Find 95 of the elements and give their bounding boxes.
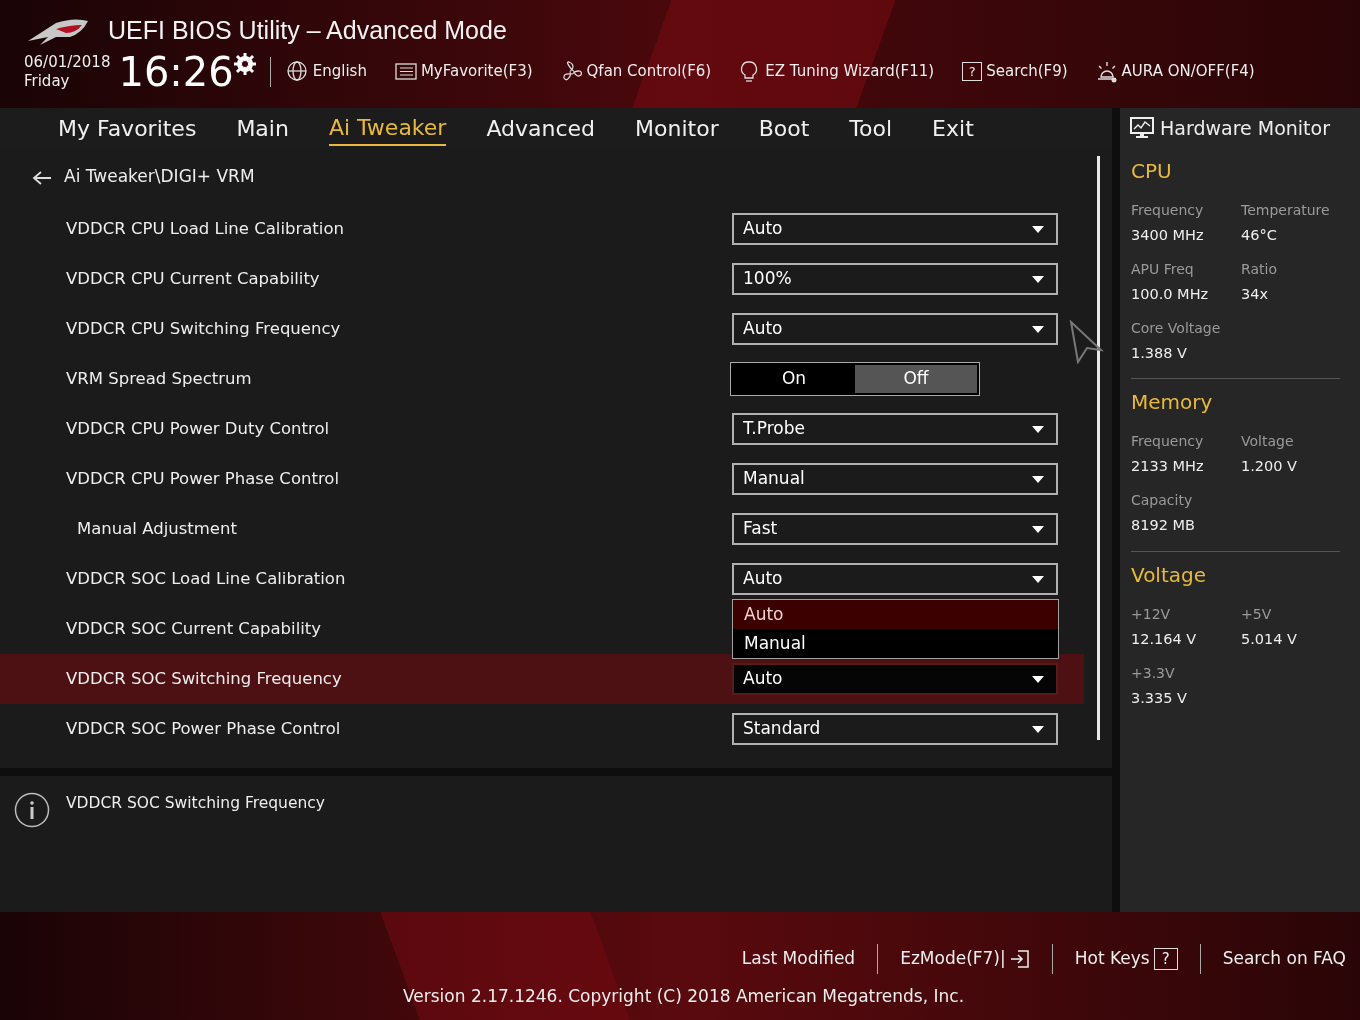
section-title: Memory — [1131, 389, 1214, 417]
list-icon — [394, 60, 417, 83]
reading-label: Frequency — [1131, 432, 1205, 452]
footer-link[interactable]: EzMode(F7)| — [878, 946, 1052, 972]
menu-tab[interactable]: Ai Tweaker — [328, 110, 447, 146]
caret-icon — [1032, 675, 1044, 683]
reading-value: 100.0 MHz — [1131, 284, 1210, 304]
fan-icon — [560, 60, 583, 83]
caret-icon — [1032, 425, 1044, 433]
dropdown-select[interactable]: Auto — [732, 213, 1058, 245]
setting-label: VDDCR SOC Power Phase Control — [66, 717, 342, 740]
reading-label: Frequency — [1131, 201, 1205, 220]
info-icon — [14, 792, 50, 828]
day-text: Friday — [24, 71, 71, 91]
toolbar-button[interactable]: EZ Tuning Wizard(F11) — [739, 60, 935, 83]
menu-tab[interactable]: Main — [236, 111, 289, 145]
dropdown-select[interactable]: Auto — [732, 563, 1058, 595]
menu-tab[interactable]: Tool — [849, 111, 893, 145]
setting-label: VDDCR SOC Load Line Calibration — [66, 567, 347, 590]
setting-label: VDDCR CPU Power Duty Control — [66, 417, 331, 440]
caret-icon — [1032, 725, 1044, 733]
reading-label: Core Voltage — [1131, 318, 1222, 338]
setting-label: VDDCR CPU Current Capability — [66, 267, 321, 290]
dropdown-select[interactable]: Manual — [732, 463, 1058, 495]
reading-label: +3.3V — [1131, 663, 1176, 683]
menu-tab[interactable]: My Favorites — [58, 111, 197, 145]
caret-icon — [1032, 325, 1044, 333]
caret-icon — [1032, 575, 1044, 583]
reading-value: 2133 MHz — [1131, 457, 1205, 477]
setting-label: Manual Adjustment — [76, 517, 238, 540]
reading-label: Capacity — [1131, 491, 1194, 510]
setting-label: VDDCR CPU Power Phase Control — [66, 467, 340, 490]
toolbar-button[interactable]: Qfan Control(F6) — [560, 60, 712, 83]
section-title: CPU — [1131, 158, 1173, 185]
menu-tab[interactable]: Exit — [932, 111, 974, 145]
reading-label: +12V — [1131, 604, 1172, 624]
version-text: Version 2.17.1246. Copyright (C) 2018 American Megatrends, Inc. — [403, 985, 965, 1008]
clock-time: 16:26 — [118, 51, 234, 92]
help-icon: ? — [962, 62, 983, 81]
dropdown-select[interactable]: Standard — [732, 713, 1058, 745]
setting-label: VRM Spread Spectrum — [66, 367, 253, 390]
settings-button[interactable] — [233, 51, 256, 76]
reading-label: Temperature — [1241, 201, 1331, 220]
dropdown-select[interactable]: Auto — [732, 313, 1058, 345]
menu-option[interactable]: Auto — [733, 600, 1058, 629]
globe-icon — [286, 60, 309, 83]
dropdown-select[interactable]: 100% — [732, 263, 1058, 295]
help-text: VDDCR SOC Switching Frequency — [66, 793, 325, 814]
reading-value: 5.014 V — [1241, 629, 1299, 649]
reading-label: Voltage — [1241, 432, 1295, 452]
caret-icon — [1032, 525, 1044, 533]
setting-label: VDDCR CPU Switching Frequency — [66, 317, 342, 340]
breadcrumb-path: Ai Tweaker\DIGI+ VRM — [64, 165, 255, 189]
reading-value: 3.335 V — [1131, 688, 1189, 708]
reading-label: Ratio — [1241, 259, 1278, 279]
footer-link[interactable]: Search on FAQ — [1200, 946, 1360, 972]
panel-title: Hardware Monitor — [1160, 115, 1330, 141]
reading-value: 46°C — [1241, 226, 1278, 245]
monitor-icon — [1130, 117, 1154, 139]
menu-tab[interactable]: Monitor — [635, 111, 719, 145]
toggle-option[interactable]: Off — [855, 365, 977, 393]
reading-value: 12.164 V — [1131, 629, 1198, 649]
reading-value: 1.388 V — [1131, 343, 1189, 363]
light-icon — [1095, 60, 1118, 83]
scrollbar[interactable] — [1097, 156, 1100, 740]
toolbar-button[interactable]: MyFavorite(F3) — [394, 60, 533, 83]
reading-value: 34x — [1241, 284, 1270, 304]
reading-label: +5V — [1241, 604, 1273, 624]
reading-value: 8192 MB — [1131, 516, 1196, 535]
setting-label: VDDCR SOC Switching Frequency — [66, 667, 343, 690]
menu-tab[interactable]: Boot — [758, 111, 810, 145]
menu-tab[interactable]: Advanced — [486, 111, 596, 145]
pointer-icon — [1068, 320, 1104, 364]
toolbar-button[interactable]: English — [286, 60, 367, 83]
dropdown-select[interactable]: Fast — [732, 513, 1058, 545]
footer-link[interactable]: Hot Keys ? — [1052, 946, 1200, 972]
toolbar-button[interactable]: ? Search(F9) — [962, 60, 1068, 83]
toolbar-button[interactable]: AURA ON/OFF(F4) — [1095, 60, 1255, 83]
reading-value: 3400 MHz — [1131, 226, 1205, 245]
reading-value: 1.200 V — [1241, 457, 1299, 477]
caret-icon — [1032, 275, 1044, 283]
setting-label: VDDCR SOC Current Capability — [66, 617, 323, 640]
date-text: 06/01/2018 — [24, 52, 111, 72]
section-title: Voltage — [1131, 561, 1208, 589]
dropdown-select[interactable]: Auto — [732, 663, 1058, 695]
dropdown-select[interactable]: T.Probe — [732, 413, 1058, 445]
footer-link[interactable]: Last Modified — [719, 946, 878, 972]
setting-label: VDDCR CPU Load Line Calibration — [66, 217, 345, 240]
caret-icon — [1032, 225, 1044, 233]
back-arrow-icon — [32, 169, 52, 186]
caret-icon — [1032, 475, 1044, 483]
app-title: UEFI BIOS Utility – Advanced Mode — [108, 15, 507, 46]
help-icon: ? — [1153, 948, 1178, 970]
reading-label: APU Freq — [1131, 259, 1195, 279]
exit-icon — [1009, 949, 1030, 969]
